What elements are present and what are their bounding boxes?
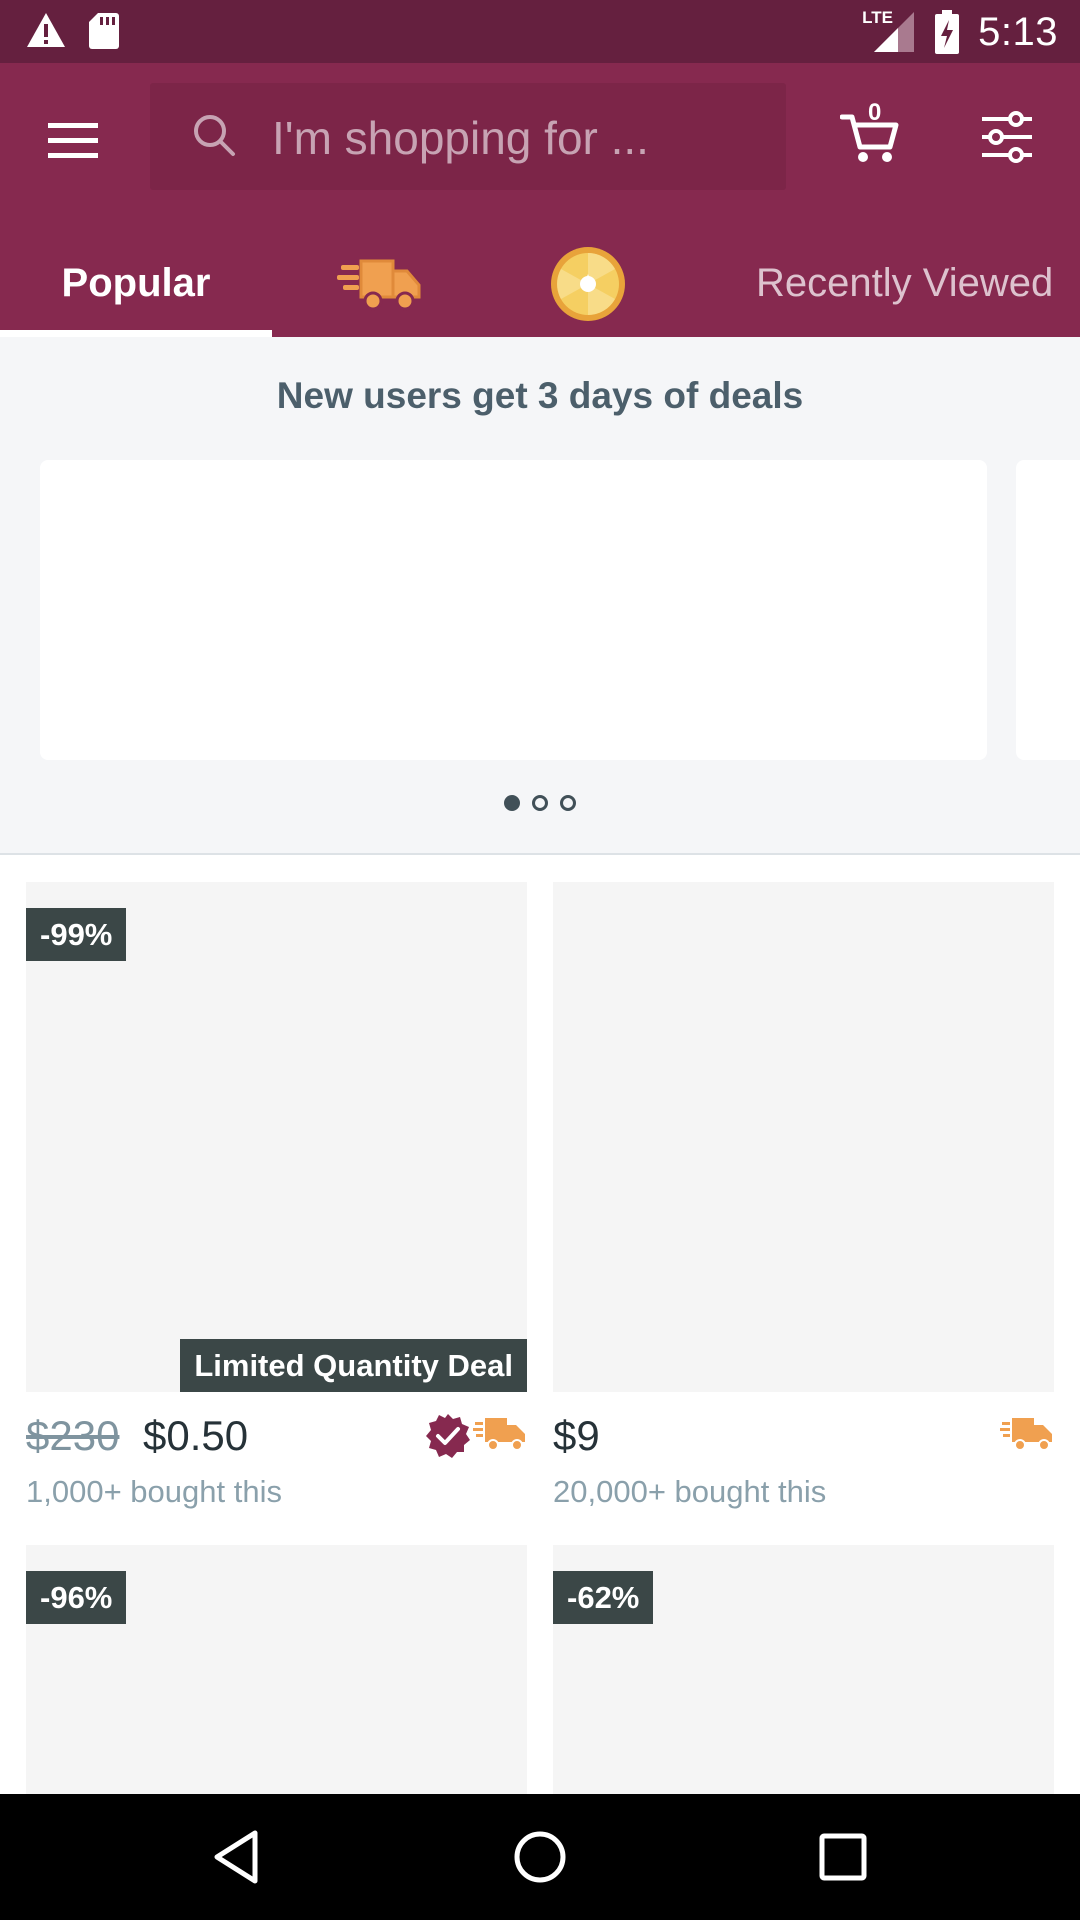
home-icon[interactable]	[510, 1827, 570, 1887]
express-truck-icon	[473, 1418, 525, 1451]
bought-count: 20,000+ bought this	[553, 1474, 827, 1509]
sale-price: $9	[553, 1412, 600, 1459]
carousel-dots	[0, 795, 1080, 811]
express-truck-icon	[337, 259, 421, 310]
product-image[interactable]: -96%	[26, 1545, 527, 1794]
navigation-bar	[0, 1794, 1080, 1920]
price-row: $230 $0.50	[26, 1412, 527, 1472]
limited-deal-tag: Limited Quantity Deal	[180, 1339, 527, 1392]
promo-banner-next[interactable]	[1016, 460, 1080, 760]
back-icon[interactable]	[207, 1827, 267, 1887]
carousel-dot[interactable]	[532, 795, 548, 811]
sd-card-icon	[89, 13, 119, 49]
tab-indicator	[0, 330, 272, 337]
product-card[interactable]: $9 20,000+ bought this	[553, 882, 1054, 1522]
search-placeholder: I'm shopping for ...	[272, 112, 649, 164]
recents-icon[interactable]	[813, 1827, 873, 1887]
clock: 5:13	[978, 9, 1058, 54]
sale-price: $0.50	[143, 1412, 249, 1459]
express-truck-icon	[1000, 1418, 1052, 1451]
tab-popular-label: Popular	[61, 261, 211, 305]
filter-icon[interactable]	[980, 111, 1034, 163]
battery-charging-icon	[935, 10, 960, 54]
tab-recently-viewed[interactable]: Recently Viewed	[740, 230, 1080, 337]
verified-icon	[426, 1414, 470, 1458]
price-row: $9	[553, 1412, 1054, 1472]
carousel-dot[interactable]	[560, 795, 576, 811]
tab-recently-viewed-label: Recently Viewed	[756, 261, 1054, 305]
tab-popular[interactable]: Popular	[0, 230, 272, 337]
tab-prize-wheel[interactable]	[535, 230, 640, 337]
search-icon	[194, 115, 235, 156]
promo-title: New users get 3 days of deals	[276, 375, 804, 416]
bought-count: 1,000+ bought this	[26, 1474, 282, 1509]
tab-express[interactable]	[320, 230, 440, 337]
search-input[interactable]: I'm shopping for ...	[150, 83, 786, 190]
promo-banner[interactable]	[40, 460, 987, 760]
product-card[interactable]: -96%	[26, 1545, 527, 1794]
warning-icon	[27, 13, 65, 47]
app-bar: I'm shopping for ... 0 Popular Recently …	[0, 63, 1080, 337]
product-grid: -99% Limited Quantity Deal $230 $0.50 1,…	[0, 855, 1080, 1794]
discount-badge: -99%	[26, 908, 127, 961]
carousel-dot[interactable]	[504, 795, 520, 811]
product-image[interactable]	[553, 882, 1054, 1392]
status-bar: LTE 5:13	[0, 0, 1080, 63]
prize-wheel-icon	[550, 246, 625, 321]
product-image[interactable]: -99% Limited Quantity Deal	[26, 882, 527, 1392]
product-card[interactable]: -99% Limited Quantity Deal $230 $0.50 1,…	[26, 882, 527, 1522]
product-image[interactable]: -62%	[553, 1545, 1054, 1794]
discount-badge: -96%	[26, 1571, 127, 1624]
original-price: $230	[26, 1412, 120, 1459]
network-label: LTE	[862, 8, 893, 27]
cart-count: 0	[868, 99, 882, 126]
product-card[interactable]: -62%	[553, 1545, 1054, 1794]
menu-icon[interactable]	[40, 113, 104, 169]
discount-badge: -62%	[553, 1571, 654, 1624]
lte-signal-icon: LTE	[862, 8, 916, 54]
